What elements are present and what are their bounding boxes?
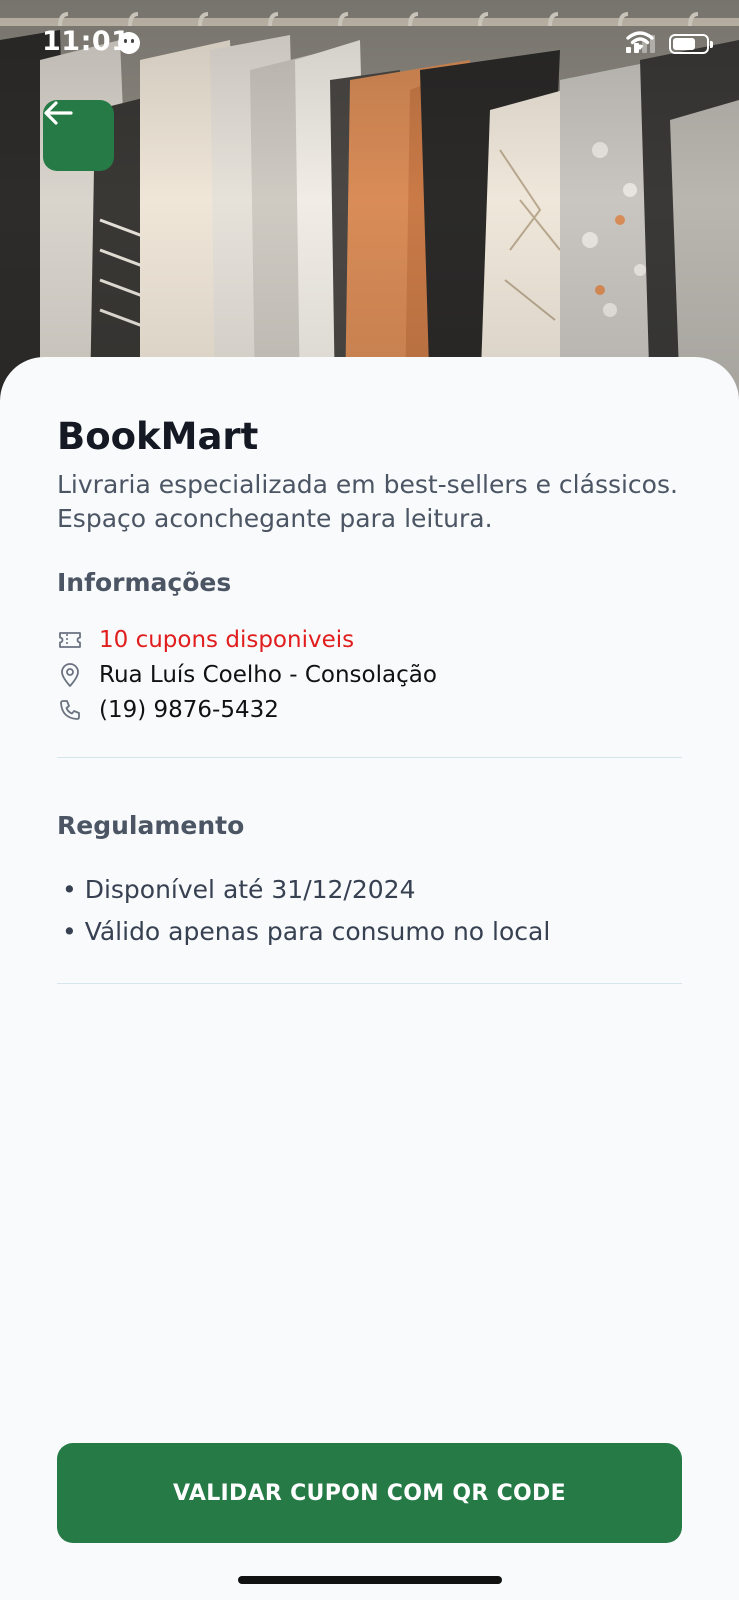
- status-bar: 11:01: [0, 0, 739, 90]
- coupons-available-text: 10 cupons disponiveis: [99, 627, 355, 653]
- battery-icon: [669, 34, 713, 54]
- address-text: Rua Luís Coelho - Consolação: [99, 662, 437, 688]
- address-row: Rua Luís Coelho - Consolação: [57, 660, 437, 690]
- status-icons: [626, 30, 713, 58]
- info-section-title: Informações: [57, 568, 232, 597]
- store-name: BookMart: [57, 415, 259, 458]
- wifi-icon: [626, 31, 654, 50]
- phone-text[interactable]: (19) 9876-5432: [99, 697, 279, 723]
- store-details-card: BookMart Livraria especializada em best-…: [0, 357, 739, 1600]
- home-indicator[interactable]: [238, 1576, 502, 1584]
- validate-coupon-qr-button[interactable]: VALIDAR CUPON COM QR CODE: [57, 1443, 682, 1543]
- arrow-left-icon: [44, 101, 73, 125]
- divider: [57, 983, 682, 984]
- coupons-row: 10 cupons disponiveis: [57, 625, 354, 655]
- map-pin-icon: [57, 662, 83, 688]
- store-description: Livraria especializada em best-sellers e…: [57, 470, 678, 533]
- store-detail-screen: 11:01 BookMart Livraria especializada em…: [0, 0, 739, 1600]
- rules-section-title: Regulamento: [57, 811, 245, 840]
- divider: [57, 757, 682, 758]
- ticket-icon: [57, 627, 83, 653]
- phone-icon: [57, 697, 83, 723]
- hero-image: 11:01: [0, 0, 739, 400]
- rule-item: • Válido apenas para consumo no local: [62, 917, 551, 946]
- phone-row: (19) 9876-5432: [57, 695, 279, 725]
- rule-item: • Disponível até 31/12/2024: [62, 875, 416, 904]
- smiley-icon: [118, 32, 140, 54]
- back-button[interactable]: [43, 100, 114, 171]
